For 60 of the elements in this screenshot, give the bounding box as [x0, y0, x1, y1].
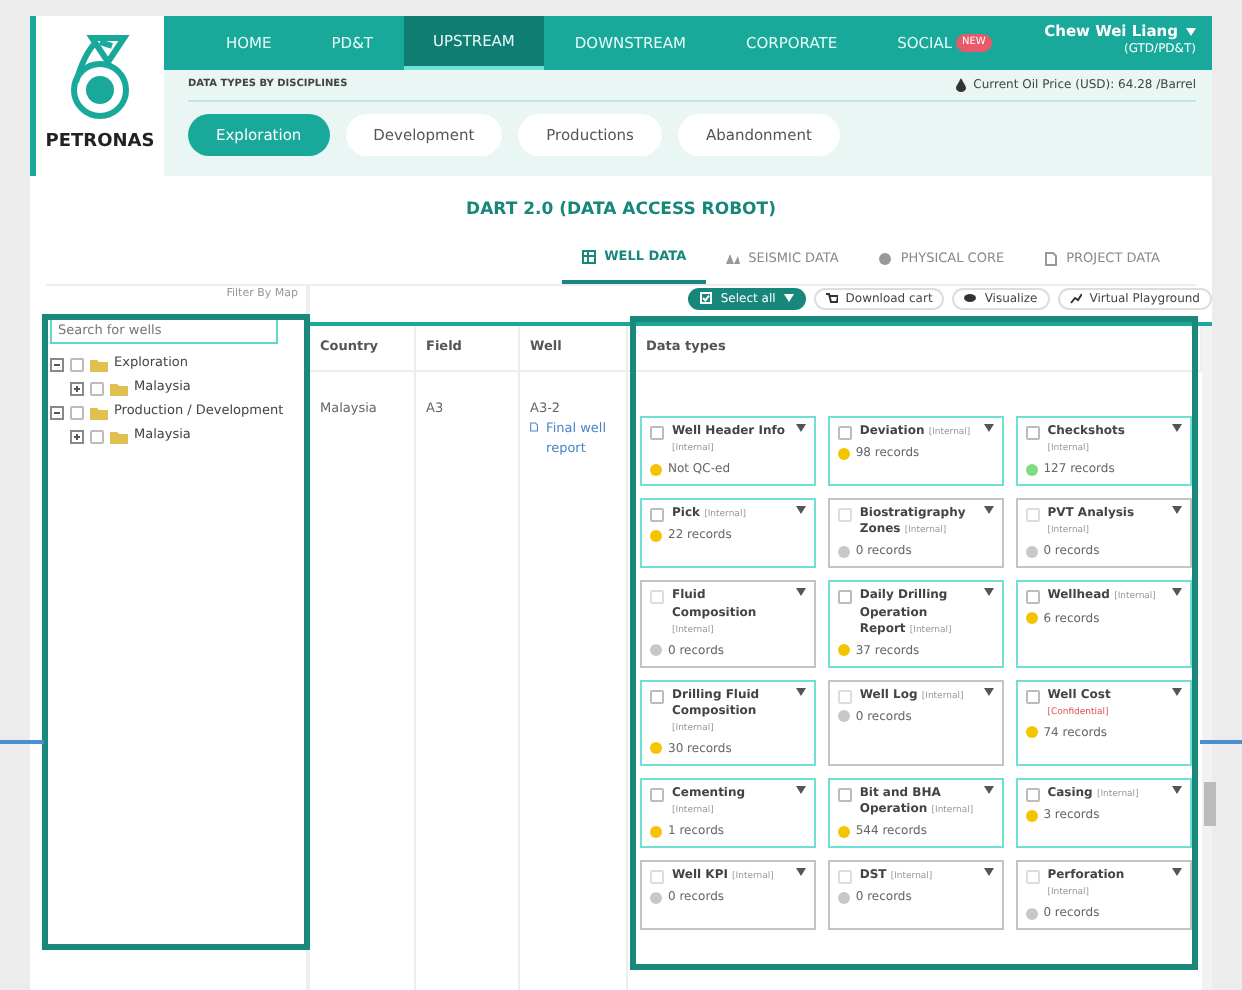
checkbox[interactable] [1025, 508, 1040, 523]
caret-icon[interactable] [795, 424, 806, 433]
checkbox[interactable] [1025, 426, 1040, 441]
checkbox[interactable] [1025, 787, 1040, 802]
caret-icon[interactable] [983, 785, 994, 794]
eye-icon [964, 292, 977, 305]
logo-text: PETRONAS [45, 130, 155, 157]
checkbox[interactable] [837, 426, 852, 441]
checkbox[interactable] [650, 689, 664, 704]
caret-icon[interactable] [983, 687, 994, 696]
caret-icon[interactable] [795, 506, 806, 515]
checkbox[interactable] [837, 870, 852, 885]
caret-icon[interactable] [983, 868, 994, 877]
caret-icon[interactable] [1171, 687, 1182, 696]
caret-icon[interactable] [983, 506, 994, 515]
checkbox[interactable] [1025, 590, 1040, 605]
checkbox[interactable] [650, 590, 664, 605]
cart-icon [825, 292, 838, 305]
caret-icon[interactable] [1171, 424, 1182, 433]
checkbox[interactable] [90, 429, 104, 443]
connector-line [0, 740, 44, 744]
checkbox[interactable] [650, 870, 664, 885]
drop-icon [955, 78, 966, 92]
checkbox[interactable] [70, 405, 84, 419]
checkbox[interactable] [650, 508, 664, 523]
caret-icon [783, 294, 794, 303]
checkbox[interactable] [90, 381, 104, 395]
page-title: DART 2.0 (DATA ACCESS ROBOT) [466, 200, 776, 220]
caret-icon[interactable] [1171, 506, 1182, 515]
checkbox-icon [700, 292, 713, 305]
checkbox[interactable] [650, 426, 664, 441]
checkbox[interactable] [837, 590, 852, 605]
checkbox[interactable] [1025, 870, 1040, 885]
table-icon [582, 250, 597, 265]
checkbox[interactable] [650, 787, 664, 802]
caret-icon[interactable] [983, 424, 994, 433]
caret-icon[interactable] [1171, 785, 1182, 794]
caret-icon[interactable] [795, 785, 806, 794]
connector-line [1200, 740, 1242, 744]
circle-icon [878, 252, 893, 267]
mountain-icon [726, 252, 741, 267]
caret-icon[interactable] [795, 868, 806, 877]
expand-icon[interactable] [70, 429, 84, 443]
checkbox[interactable] [70, 357, 84, 371]
collapse-icon[interactable] [50, 357, 64, 371]
caret-icon[interactable] [795, 588, 806, 597]
line-chart-icon [1069, 292, 1082, 305]
checkbox[interactable] [837, 508, 852, 523]
checkbox[interactable] [1025, 689, 1040, 704]
document-icon [530, 419, 539, 434]
document-icon [1044, 252, 1059, 267]
caret-icon[interactable] [1171, 868, 1182, 877]
expand-icon[interactable] [70, 381, 84, 395]
caret-icon[interactable] [795, 687, 806, 696]
caret-icon[interactable] [983, 588, 994, 597]
collapse-icon[interactable] [50, 405, 64, 419]
caret-icon[interactable] [1171, 588, 1182, 597]
checkbox[interactable] [837, 689, 852, 704]
checkbox[interactable] [837, 787, 852, 802]
scrollbar[interactable] [1201, 326, 1212, 990]
